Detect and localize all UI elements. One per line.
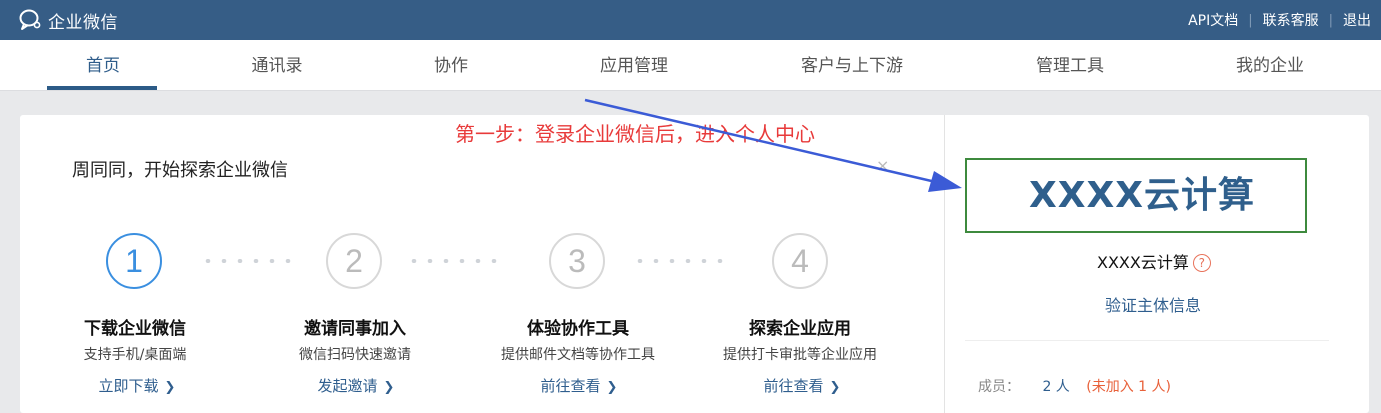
nav-app-management[interactable]: 应用管理	[600, 40, 668, 90]
logout-link[interactable]: 退出	[1343, 10, 1371, 30]
step-2-title: 邀请同事加入	[304, 319, 406, 339]
chevron-right-icon: ❯	[383, 380, 395, 395]
nav-active-indicator	[47, 86, 157, 90]
enterprise-apps-link[interactable]: 前往查看 ❯	[764, 375, 841, 396]
brand-logo[interactable]: 企业微信	[18, 7, 118, 33]
step-1-circle: 1	[106, 233, 162, 289]
step-connector	[406, 259, 502, 263]
step-3-desc: 提供邮件文档等协作工具	[501, 347, 655, 363]
company-logo-box[interactable]: XXXX云计算	[965, 158, 1307, 233]
chevron-right-icon: ❯	[829, 380, 841, 395]
verify-entity-link[interactable]: 验证主体信息	[1105, 292, 1201, 316]
divider	[965, 340, 1329, 341]
question-circle-icon[interactable]: ?	[1192, 254, 1211, 272]
step-4-title: 探索企业应用	[749, 319, 851, 339]
close-icon[interactable]: ×	[876, 156, 889, 175]
nav-customers[interactable]: 客户与上下游	[801, 40, 903, 90]
step-2-circle: 2	[326, 233, 382, 289]
invite-link[interactable]: 发起邀请 ❯	[318, 375, 395, 396]
divider: |	[1328, 12, 1333, 28]
main-nav: 首页 通讯录 协作 应用管理 客户与上下游 管理工具 我的企业	[0, 40, 1381, 91]
annotation-text: 第一步：登录企业微信后，进入个人中心	[455, 122, 815, 146]
step-3-circle: 3	[549, 233, 605, 289]
welcome-greeting: 周同同，开始探索企业微信	[72, 160, 288, 181]
step-1-desc: 支持手机/桌面端	[83, 347, 187, 363]
company-logo-text: XXXX云计算	[1028, 175, 1256, 216]
step-connector	[200, 259, 296, 263]
divider: |	[1248, 12, 1253, 28]
download-link-label: 立即下载	[98, 377, 159, 395]
step-3-title: 体验协作工具	[527, 319, 629, 339]
member-stats: 成员： 2 人 (未加入 1 人)	[978, 376, 1171, 396]
contact-support-link[interactable]: 联系客服	[1263, 10, 1319, 30]
chat-bubble-icon	[18, 7, 44, 33]
invite-link-label: 发起邀请	[317, 377, 378, 395]
company-name: XXXX云计算?	[1097, 249, 1211, 273]
members-pending[interactable]: (未加入 1 人)	[1086, 379, 1171, 395]
api-docs-link[interactable]: API文档	[1188, 10, 1238, 30]
nav-contacts[interactable]: 通讯录	[252, 40, 303, 90]
chevron-right-icon: ❯	[606, 380, 618, 395]
top-bar: 企业微信 API文档 | 联系客服 | 退出	[0, 0, 1381, 40]
brand-name: 企业微信	[48, 12, 118, 33]
nav-home[interactable]: 首页	[86, 40, 120, 90]
collab-tools-link-label: 前往查看	[540, 377, 601, 395]
step-2-desc: 微信扫码快速邀请	[299, 347, 411, 363]
nav-my-company[interactable]: 我的企业	[1236, 40, 1304, 90]
step-1-title: 下载企业微信	[84, 319, 186, 339]
step-4-circle: 4	[772, 233, 828, 289]
collab-tools-link[interactable]: 前往查看 ❯	[541, 375, 618, 396]
step-connector	[632, 259, 728, 263]
members-label: 成员：	[978, 379, 1020, 395]
company-name-text: XXXX云计算	[1097, 253, 1189, 272]
chevron-right-icon: ❯	[164, 380, 176, 395]
nav-admin-tools[interactable]: 管理工具	[1036, 40, 1104, 90]
download-link[interactable]: 立即下载 ❯	[99, 375, 176, 396]
top-links: API文档 | 联系客服 | 退出	[1188, 0, 1371, 40]
enterprise-apps-link-label: 前往查看	[763, 377, 824, 395]
members-count[interactable]: 2 人	[1042, 379, 1069, 395]
nav-collaboration[interactable]: 协作	[434, 40, 468, 90]
step-4-desc: 提供打卡审批等企业应用	[723, 347, 877, 363]
